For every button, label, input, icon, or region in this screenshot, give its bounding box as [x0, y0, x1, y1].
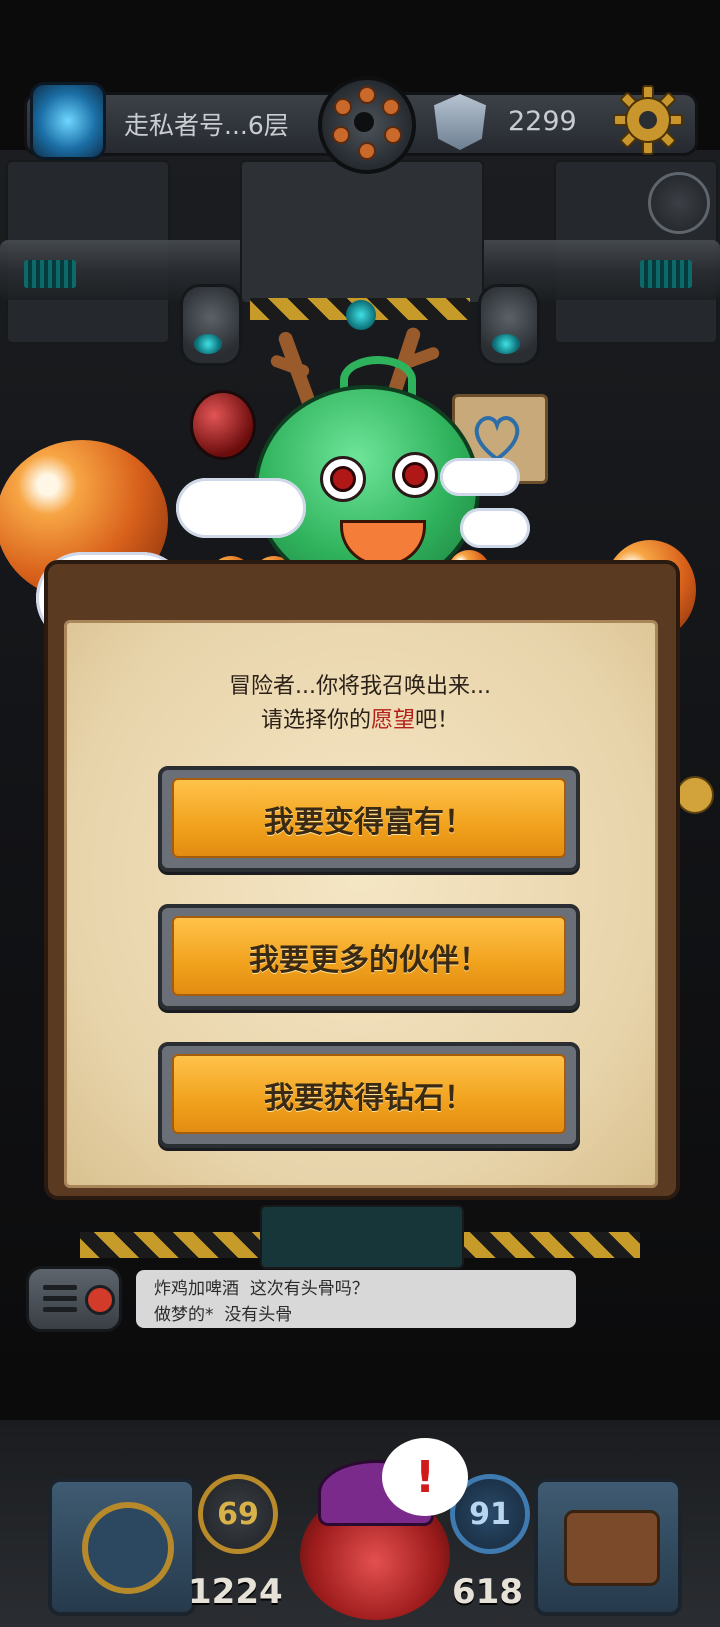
wish-rich-label: 我要变得富有！ — [264, 805, 474, 840]
vent-right — [640, 260, 692, 288]
potion-icon — [190, 390, 256, 460]
dialog-line-2: 请选择你的愿望吧！ — [0, 702, 720, 734]
revolver-chamber — [382, 98, 400, 116]
compass-icon — [82, 1502, 174, 1594]
cloud — [460, 508, 530, 548]
chat-message-2: 做梦的* 没有头骨 — [154, 1300, 292, 1325]
revolver-center — [354, 112, 374, 132]
revolver-chamber — [384, 126, 402, 144]
location-label: 走私者号...6层 — [124, 111, 289, 140]
mp-value: 618 — [452, 1572, 523, 1612]
gate — [240, 160, 484, 304]
monster-eye-left — [320, 456, 366, 502]
side-coin-icon[interactable] — [676, 776, 714, 814]
hp-value: 1224 — [188, 1572, 283, 1612]
chat-user-1: 炸鸡加啤酒 — [154, 1279, 239, 1299]
cloud — [440, 458, 520, 496]
chat-menu-line — [43, 1285, 77, 1290]
revolver-icon[interactable] — [318, 76, 416, 174]
alert-bubble[interactable]: ! — [382, 1438, 468, 1516]
chat-text-1: 这次有头骨吗？ — [249, 1279, 369, 1299]
revolver-chamber — [358, 86, 376, 104]
revolver-chamber — [334, 98, 352, 116]
monster-eye-right — [392, 452, 438, 498]
portal-icon[interactable] — [30, 82, 106, 160]
compass-skill-slot[interactable] — [48, 1478, 196, 1616]
dialog-line-1: 冒险者...你将我召唤出来... — [229, 674, 491, 699]
chat-text-2: 没有头骨 — [224, 1305, 293, 1325]
floor-console — [260, 1205, 464, 1269]
revolver-chamber — [358, 142, 376, 160]
wish-diamonds-button[interactable]: 我要获得钻石！ — [158, 1042, 580, 1148]
monster-pupil — [330, 466, 356, 492]
chat-menu-line — [43, 1307, 77, 1312]
chat-menu-line — [43, 1296, 77, 1301]
attack-stat: 69 — [198, 1474, 278, 1554]
currency-value: 2299 — [508, 106, 577, 137]
wish-diamonds-label: 我要获得钻石！ — [264, 1081, 474, 1116]
gear-icon[interactable] — [612, 84, 684, 156]
monster-pupil — [402, 462, 428, 488]
scroll-icon — [564, 1510, 660, 1586]
scroll-skill-slot[interactable] — [534, 1478, 682, 1616]
wish-highlight: 愿望 — [370, 708, 415, 733]
dialog-line-2-end: 吧！ — [415, 708, 460, 733]
cannon-light-right — [492, 334, 520, 354]
cloud — [176, 478, 306, 538]
gate-light — [346, 300, 376, 330]
wish-rich-button[interactable]: 我要变得富有！ — [158, 766, 580, 872]
vent-left — [24, 260, 76, 288]
chat-message-1: 炸鸡加啤酒 这次有头骨吗？ — [154, 1274, 369, 1299]
wish-partners-button[interactable]: 我要更多的伙伴！ — [158, 904, 580, 1010]
chat-record-icon — [85, 1285, 115, 1315]
chat-user-2: 做梦的* — [154, 1305, 214, 1325]
cannon-light-left — [194, 334, 222, 354]
wish-partners-label: 我要更多的伙伴！ — [249, 943, 489, 978]
minimap-icon[interactable] — [648, 172, 710, 234]
dialog-line-2-start: 请选择你的 — [260, 708, 371, 733]
chat-button[interactable] — [26, 1266, 122, 1332]
revolver-chamber — [332, 126, 350, 144]
